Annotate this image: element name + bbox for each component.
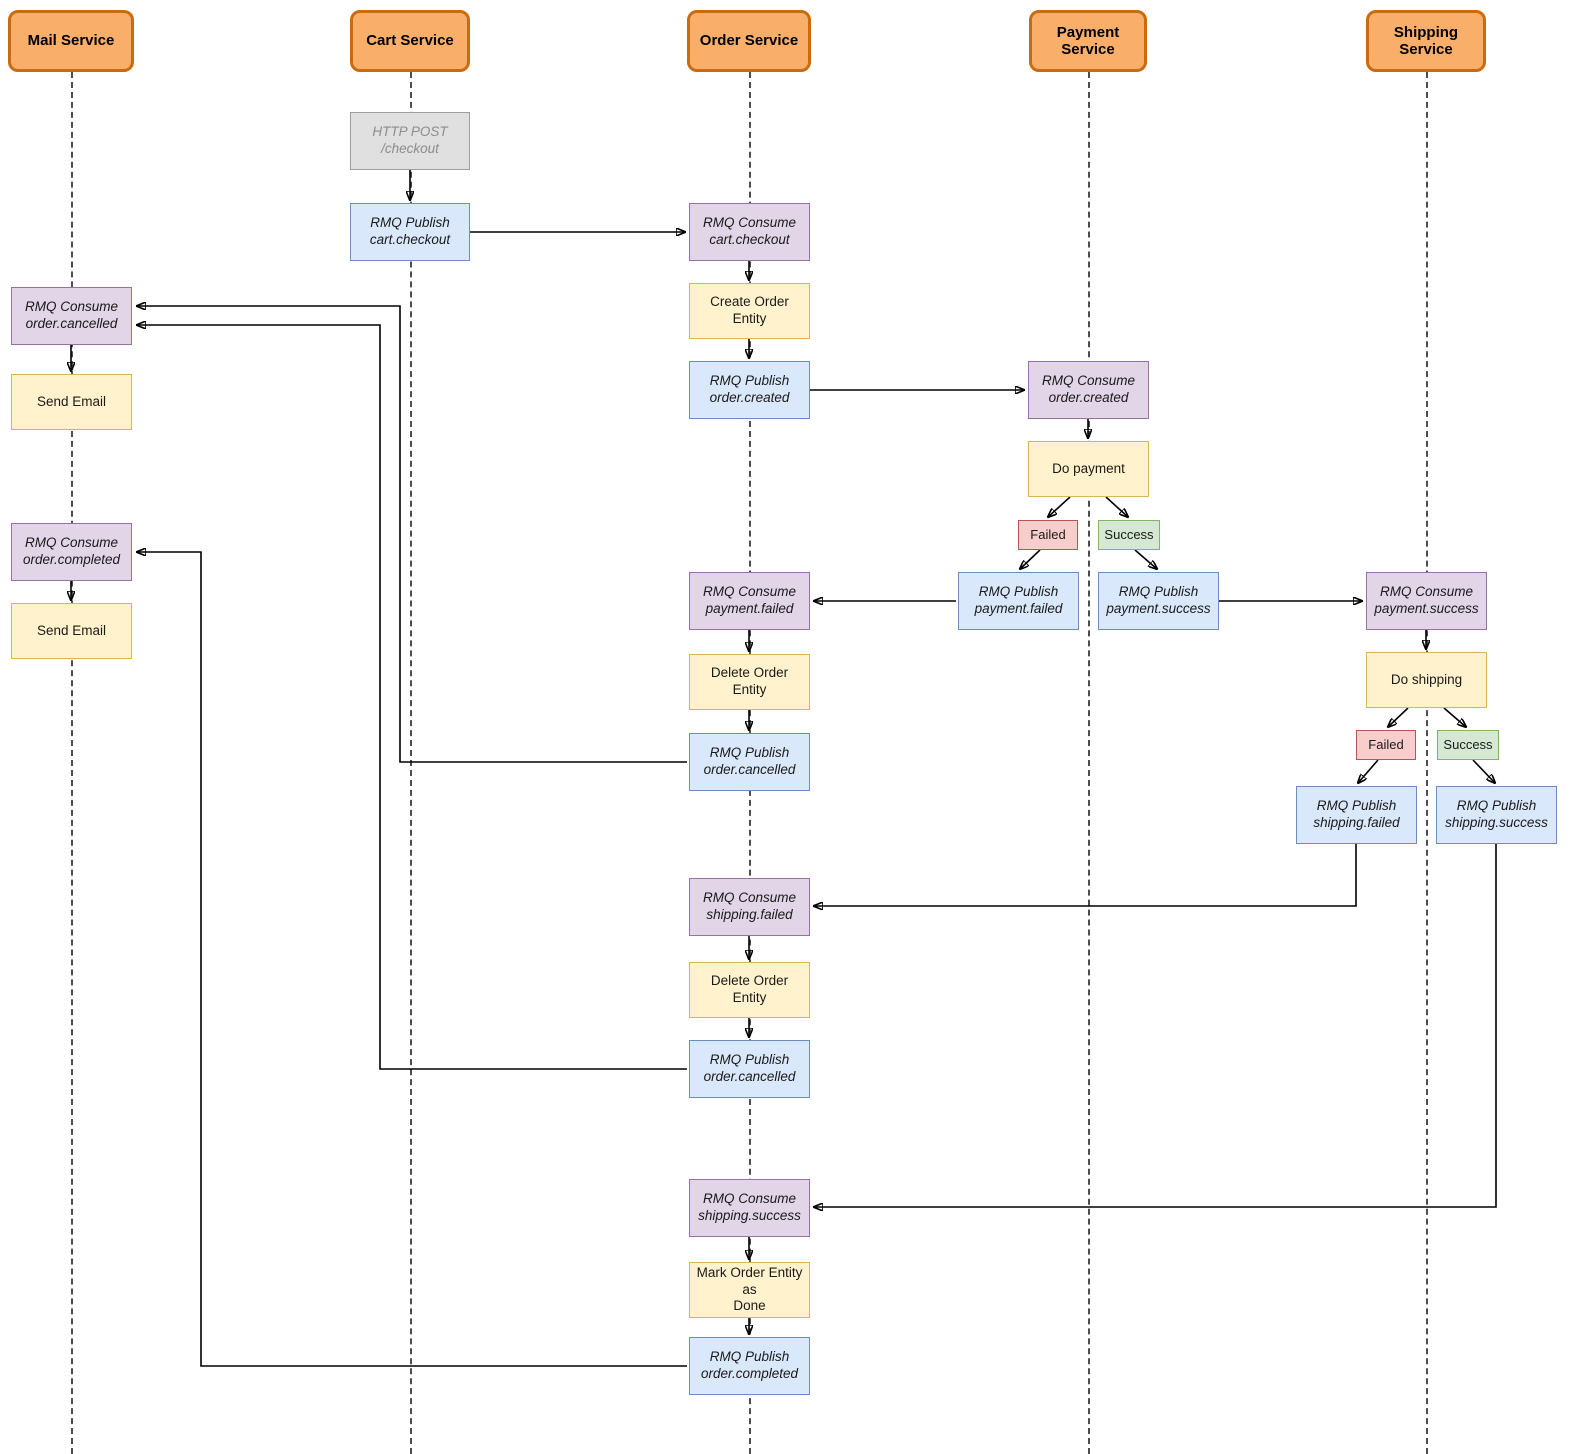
node-do-payment[interactable]: Do payment xyxy=(1028,441,1149,497)
lifeline-cart xyxy=(410,72,412,1454)
node-consume-shipping-failed[interactable]: RMQ Consume shipping.failed xyxy=(689,878,810,936)
connector-do-shipping-to-failed xyxy=(1388,707,1409,727)
node-publish-payment-success[interactable]: RMQ Publish payment.success xyxy=(1098,572,1219,630)
connector-do-payment-to-success xyxy=(1105,496,1128,517)
connector-shipping-failed-to-publish xyxy=(1358,759,1379,783)
node-publish-shipping-success[interactable]: RMQ Publish shipping.success xyxy=(1436,786,1557,844)
actor-shipping-service[interactable]: Shipping Service xyxy=(1366,10,1486,72)
connector-shipping-success-to-publish xyxy=(1472,759,1495,783)
node-consume-payment-success[interactable]: RMQ Consume payment.success xyxy=(1366,572,1487,630)
node-publish-shipping-failed[interactable]: RMQ Publish shipping.failed xyxy=(1296,786,1417,844)
node-delete-order-entity-2[interactable]: Delete Order Entity xyxy=(689,962,810,1018)
connector-do-payment-to-failed xyxy=(1048,496,1071,517)
connector-shipping-failed-to-order xyxy=(814,844,1357,906)
node-publish-order-created[interactable]: RMQ Publish order.created xyxy=(689,361,810,419)
actor-order-service[interactable]: Order Service xyxy=(687,10,811,72)
node-delete-order-entity-1[interactable]: Delete Order Entity xyxy=(689,654,810,710)
node-payment-failed-branch[interactable]: Failed xyxy=(1018,520,1078,550)
node-publish-cart-checkout[interactable]: RMQ Publish cart.checkout xyxy=(350,203,470,261)
lifeline-shipping xyxy=(1426,72,1428,1454)
node-publish-order-cancelled-2[interactable]: RMQ Publish order.cancelled xyxy=(689,1040,810,1098)
node-consume-payment-failed[interactable]: RMQ Consume payment.failed xyxy=(689,572,810,630)
actor-cart-service[interactable]: Cart Service xyxy=(350,10,470,72)
sequence-diagram-canvas: Mail Service Cart Service Order Service … xyxy=(0,0,1573,1454)
node-do-shipping[interactable]: Do shipping xyxy=(1366,652,1487,708)
node-send-email-completed[interactable]: Send Email xyxy=(11,603,132,659)
connector-order-cancelled-1-to-mail xyxy=(137,306,687,763)
node-consume-order-created[interactable]: RMQ Consume order.created xyxy=(1028,361,1149,419)
lifeline-mail xyxy=(71,72,73,1454)
connector-do-shipping-to-success xyxy=(1443,707,1466,727)
node-publish-payment-failed[interactable]: RMQ Publish payment.failed xyxy=(958,572,1079,630)
node-publish-order-completed[interactable]: RMQ Publish order.completed xyxy=(689,1337,810,1395)
node-publish-order-cancelled-1[interactable]: RMQ Publish order.cancelled xyxy=(689,733,810,791)
node-create-order-entity[interactable]: Create Order Entity xyxy=(689,283,810,339)
lifeline-payment xyxy=(1088,72,1090,1454)
actor-payment-service[interactable]: Payment Service xyxy=(1029,10,1147,72)
node-shipping-failed-branch[interactable]: Failed xyxy=(1356,730,1416,760)
connector-order-completed-to-mail xyxy=(137,552,687,1367)
connector-payment-failed-to-publish xyxy=(1020,549,1041,569)
node-mark-order-entity-done[interactable]: Mark Order Entity as Done xyxy=(689,1262,810,1318)
node-consume-shipping-success[interactable]: RMQ Consume shipping.success xyxy=(689,1179,810,1237)
node-shipping-success-branch[interactable]: Success xyxy=(1437,730,1499,760)
connector-payment-success-to-publish xyxy=(1134,549,1157,569)
connector-order-cancelled-2-to-mail xyxy=(137,325,687,1070)
actor-mail-service[interactable]: Mail Service xyxy=(8,10,134,72)
node-consume-order-completed[interactable]: RMQ Consume order.completed xyxy=(11,523,132,581)
connector-shipping-success-to-order xyxy=(814,844,1497,1207)
node-payment-success-branch[interactable]: Success xyxy=(1098,520,1160,550)
node-consume-order-cancelled[interactable]: RMQ Consume order.cancelled xyxy=(11,287,132,345)
node-consume-cart-checkout[interactable]: RMQ Consume cart.checkout xyxy=(689,203,810,261)
node-http-post-checkout[interactable]: HTTP POST /checkout xyxy=(350,112,470,170)
node-send-email-cancelled[interactable]: Send Email xyxy=(11,374,132,430)
